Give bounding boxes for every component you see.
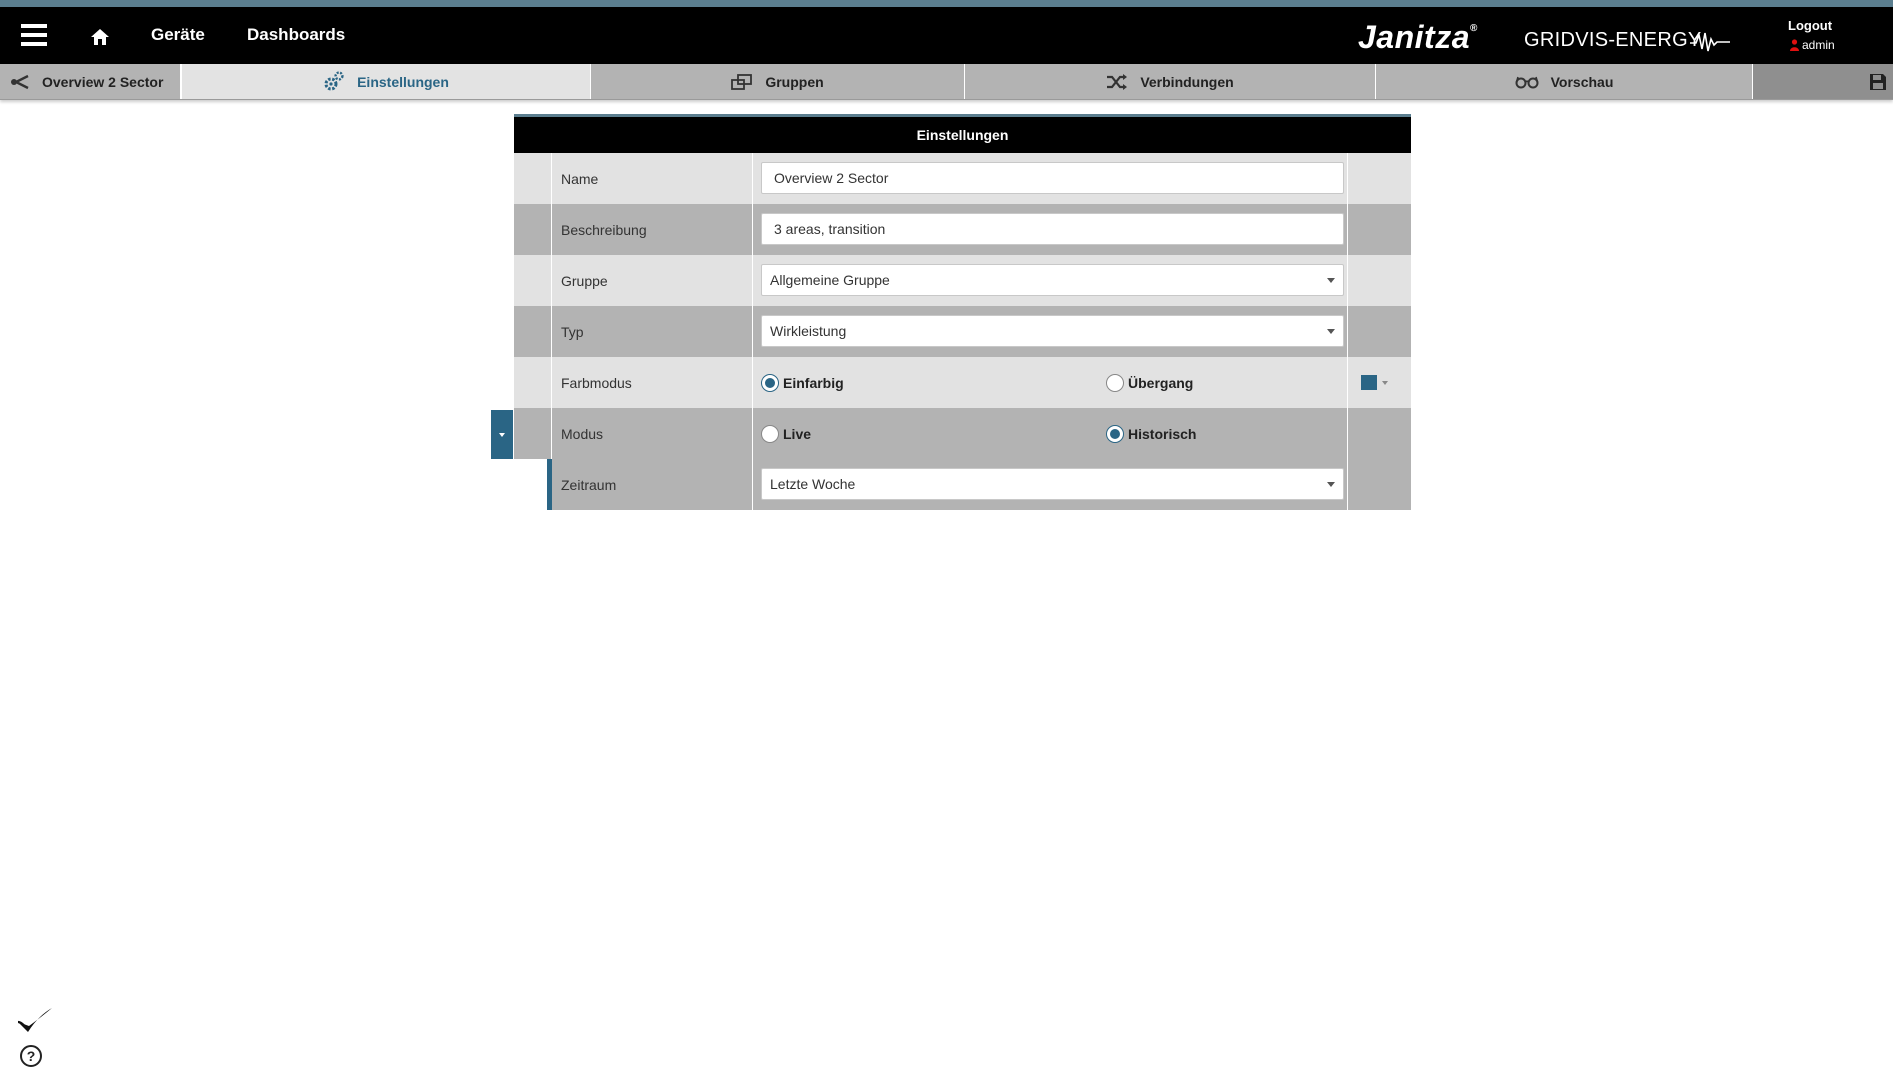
tab-verbindungen-label: Verbindungen [1140, 73, 1234, 90]
menu-icon[interactable] [20, 22, 50, 48]
row-end [1348, 459, 1411, 510]
field-control: Overview 2 Sector [753, 153, 1348, 204]
color-swatch[interactable] [1361, 375, 1377, 390]
janitza-logo: Janitza® [1358, 19, 1478, 55]
radio-label: Einfarbig [783, 374, 844, 391]
waveform-icon [1690, 32, 1730, 52]
radio-unselected[interactable] [1106, 373, 1124, 392]
farbmodus-option-uebergang[interactable]: Übergang [1106, 357, 1193, 408]
nav-geraete[interactable]: Geräte [151, 25, 205, 45]
radio-unselected[interactable] [761, 424, 779, 443]
back-tab-label: Overview 2 Sector [42, 73, 164, 90]
tab-gruppen-label: Gruppen [765, 73, 824, 90]
shuffle-icon [1107, 73, 1128, 90]
product-name: GRIDVIS-ENERGY [1524, 29, 1702, 51]
field-label: Beschreibung [552, 204, 753, 255]
settings-row-beschreibung: Beschreibung 3 areas, transition [514, 204, 1411, 255]
home-icon[interactable] [88, 25, 112, 49]
settings-panel: Einstellungen Name Overview 2 Sector Bes… [514, 114, 1411, 510]
user-indicator: admin [1790, 38, 1835, 52]
field-control: Einfarbig Übergang [753, 357, 1348, 408]
row-gutter [514, 255, 552, 306]
radio-label: Übergang [1128, 374, 1194, 391]
settings-row-gruppe: Gruppe Allgemeine Gruppe [514, 255, 1411, 306]
row-end [1348, 153, 1411, 204]
logout-link[interactable]: Logout [1788, 18, 1832, 33]
color-picker[interactable] [1348, 357, 1411, 408]
radio-selected[interactable] [761, 373, 779, 392]
tab-vorschau-label: Vorschau [1550, 73, 1614, 90]
glasses-icon [1515, 76, 1539, 88]
settings-row-typ: Typ Wirkleistung [514, 306, 1411, 357]
settings-row-zeitraum: Zeitraum Letzte Woche [514, 459, 1411, 510]
user-icon [1790, 39, 1799, 51]
radio-label: Historisch [1128, 425, 1197, 442]
gruppe-select-value: Allgemeine Gruppe [770, 272, 890, 288]
row-end [1348, 204, 1411, 255]
collapse-toggle-button[interactable] [491, 410, 513, 459]
chevron-down-icon [1327, 482, 1335, 487]
gruppe-select[interactable]: Allgemeine Gruppe [761, 264, 1344, 296]
top-navigation-bar: Geräte Dashboards Janitza® GRIDVIS-ENERG… [0, 0, 1893, 64]
help-icon[interactable]: ? [20, 1045, 42, 1067]
save-icon [1870, 73, 1886, 90]
modus-option-historisch[interactable]: Historisch [1106, 408, 1196, 459]
chevron-down-icon [1382, 381, 1388, 385]
name-input[interactable]: Overview 2 Sector [761, 162, 1344, 194]
user-name: admin [1802, 38, 1835, 52]
settings-row-farbmodus: Farbmodus Einfarbig Übergang [514, 357, 1411, 408]
tab-verbindungen[interactable]: Verbindungen [965, 64, 1376, 99]
field-control: Live Historisch [753, 408, 1348, 459]
checkmark-icon[interactable] [16, 1006, 54, 1036]
tab-gruppen[interactable]: Gruppen [591, 64, 965, 99]
tab-einstellungen-label: Einstellungen [357, 73, 449, 90]
panel-title: Einstellungen [514, 114, 1411, 153]
tab-vorschau[interactable]: Vorschau [1376, 64, 1753, 99]
row-end [1348, 255, 1411, 306]
farbmodus-option-einfarbig[interactable]: Einfarbig [761, 357, 844, 408]
field-label: Gruppe [552, 255, 753, 306]
row-end [1348, 408, 1411, 459]
zeitraum-select-value: Letzte Woche [770, 476, 856, 492]
settings-row-name: Name Overview 2 Sector [514, 153, 1411, 204]
modus-option-live[interactable]: Live [761, 408, 811, 459]
tab-einstellungen[interactable]: Einstellungen [181, 64, 591, 99]
gears-icon [324, 70, 344, 90]
field-label: Farbmodus [552, 357, 753, 408]
field-label: Modus [552, 408, 753, 459]
field-label: Name [552, 153, 753, 204]
beschreibung-input[interactable]: 3 areas, transition [761, 213, 1344, 245]
field-label: Typ [552, 306, 753, 357]
row-gutter [514, 204, 552, 255]
chevron-down-icon [1327, 329, 1335, 334]
row-end [1348, 306, 1411, 357]
row-gutter [514, 357, 552, 408]
radio-label: Live [783, 425, 812, 442]
typ-select-value: Wirkleistung [770, 323, 847, 339]
row-gutter [514, 459, 547, 510]
chevron-down-icon [1327, 278, 1335, 283]
settings-row-modus: Modus Live Historisch [514, 408, 1411, 459]
field-control: Wirkleistung [753, 306, 1348, 357]
save-button[interactable] [1753, 64, 1893, 99]
row-gutter [514, 306, 552, 357]
field-control: Letzte Woche [753, 459, 1348, 510]
tab-bar: Overview 2 Sector Einstellungen Gruppen … [0, 64, 1893, 100]
field-label: Zeitraum [552, 459, 753, 510]
share-back-icon [11, 74, 29, 89]
typ-select[interactable]: Wirkleistung [761, 315, 1344, 347]
row-gutter [514, 153, 552, 204]
radio-selected[interactable] [1106, 424, 1124, 443]
windows-icon [731, 73, 753, 90]
field-control: 3 areas, transition [753, 204, 1348, 255]
nav-dashboards[interactable]: Dashboards [247, 25, 345, 45]
row-gutter [514, 408, 552, 459]
back-tab[interactable]: Overview 2 Sector [0, 64, 181, 99]
field-control: Allgemeine Gruppe [753, 255, 1348, 306]
zeitraum-select[interactable]: Letzte Woche [761, 468, 1344, 500]
